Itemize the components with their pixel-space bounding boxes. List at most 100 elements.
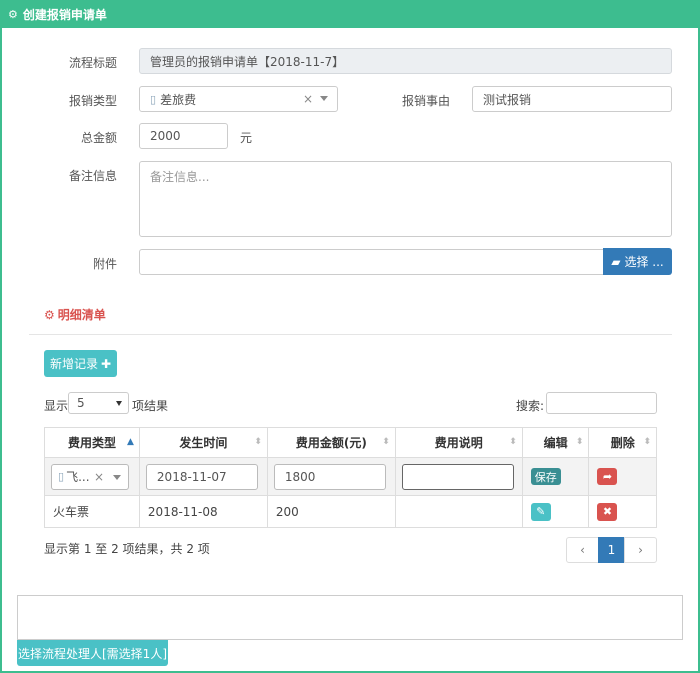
amount-label: 总金额 xyxy=(80,131,117,145)
edit-amount-input[interactable]: 1800 xyxy=(273,463,386,490)
row-edit-cell: ✎ xyxy=(521,495,590,528)
cogs-icon: ⚙ xyxy=(8,7,18,21)
chevron-down-icon[interactable] xyxy=(113,474,121,480)
type-select-value: 差旅费 xyxy=(160,92,197,107)
table-row-editing: ▯ 飞... × 2018-11-07 1800 保存 ➦ xyxy=(44,457,657,496)
attachment-browse-button[interactable]: ▰ 选择 ... xyxy=(603,248,672,275)
folder-open-icon: ▰ xyxy=(611,254,621,269)
detail-table: 费用类型 ▲ 发生时间 ⬍ 费用金额(元) ⬍ 费用说明 ⬍ 编辑 ⬍ 删除 ⬍ ▯ 飞..… xyxy=(44,427,657,528)
notes-label: 备注信息 xyxy=(68,169,117,183)
notes-textarea[interactable]: 备注信息... xyxy=(139,161,672,237)
column-label: 费用金额(元) xyxy=(295,436,367,450)
edit-date-input[interactable]: 2018-11-07 xyxy=(145,463,258,490)
file-icon: ▯ xyxy=(58,470,65,483)
edit-amount-cell: 1800 xyxy=(266,457,396,496)
pager-next[interactable]: › xyxy=(624,537,657,563)
row-delete-cell: ✖ xyxy=(588,495,657,528)
attachment-input[interactable] xyxy=(139,249,604,275)
column-label: 费用类型 xyxy=(67,436,116,450)
table-header-row: 费用类型 ▲ 发生时间 ⬍ 费用金额(元) ⬍ 费用说明 ⬍ 编辑 ⬍ 删除 ⬍ xyxy=(44,427,657,458)
sort-icon: ⬍ xyxy=(509,437,517,447)
amount-value: 2000 xyxy=(150,129,181,143)
chevron-down-icon[interactable] xyxy=(320,96,328,101)
amount-input[interactable]: 2000 xyxy=(139,123,228,149)
gear-icon: ⚙ xyxy=(44,308,55,322)
edit-note-cell xyxy=(394,457,523,496)
section-divider xyxy=(29,334,672,335)
table-row: 火车票 2018-11-08 200 ✎ ✖ xyxy=(44,495,657,528)
detail-section-title: ⚙ 明细清单 xyxy=(44,306,106,323)
edit-type-select[interactable]: ▯ 飞... × xyxy=(51,463,129,490)
edit-save-cell: 保存 xyxy=(521,457,590,496)
search-input[interactable] xyxy=(546,392,657,414)
edit-type-value: 飞... xyxy=(66,470,90,484)
reason-value: 测试报销 xyxy=(483,92,532,107)
sort-icon: ⬍ xyxy=(643,437,651,447)
add-record-button[interactable]: 新增记录 ✚ xyxy=(44,350,117,377)
pager-page-1[interactable]: 1 xyxy=(598,537,625,563)
table-summary: 显示第 1 至 2 项结果，共 2 项 xyxy=(44,542,210,556)
notes-placeholder: 备注信息... xyxy=(150,170,210,184)
edit-icon: ✎ xyxy=(536,505,546,518)
reason-input[interactable]: 测试报销 xyxy=(472,86,672,112)
column-header-note[interactable]: 费用说明 ⬍ xyxy=(394,427,523,458)
dialog-titlebar: ⚙ 创建报销申请单 xyxy=(0,0,700,28)
attachment-label: 附件 xyxy=(92,257,117,271)
select-handler-label: 选择流程处理人[需选择1人] xyxy=(18,646,167,661)
delete-row-button[interactable]: ✖ xyxy=(597,502,618,521)
sort-icon: ⬍ xyxy=(575,437,584,447)
column-header-amount[interactable]: 费用金额(元) ⬍ xyxy=(266,427,396,458)
edit-note-input[interactable] xyxy=(401,463,514,490)
row-type: 火车票 xyxy=(44,495,140,528)
column-label: 发生时间 xyxy=(179,436,228,450)
row-amount: 200 xyxy=(266,495,396,528)
clear-icon[interactable]: × xyxy=(303,92,313,106)
row-note xyxy=(394,495,523,528)
page-size-select[interactable]: 5 xyxy=(68,392,129,414)
save-row-button[interactable]: 保存 xyxy=(530,468,561,485)
column-header-edit[interactable]: 编辑 ⬍ xyxy=(521,427,590,458)
amount-unit: 元 xyxy=(240,131,253,145)
edit-row-button[interactable]: ✎ xyxy=(530,502,551,521)
process-title-field: 管理员的报销申请单【2018-11-7】 xyxy=(139,48,672,74)
handler-display-box xyxy=(17,595,683,640)
pager-prev[interactable]: ‹ xyxy=(566,537,599,563)
sort-icon: ⬍ xyxy=(382,437,390,447)
save-row-label: 保存 xyxy=(534,470,557,484)
add-record-label: 新增记录 xyxy=(49,357,98,371)
process-title-label: 流程标题 xyxy=(68,56,117,70)
cancel-edit-button[interactable]: ➦ xyxy=(597,468,618,485)
edit-cancel-cell: ➦ xyxy=(588,457,657,496)
sort-asc-icon: ▲ xyxy=(127,437,134,447)
times-icon: ✖ xyxy=(602,505,613,518)
select-handler-button[interactable]: 选择流程处理人[需选择1人] xyxy=(17,640,168,666)
search-label: 搜索: xyxy=(516,399,545,413)
row-date: 2018-11-08 xyxy=(138,495,268,528)
column-header-date[interactable]: 发生时间 ⬍ xyxy=(138,427,268,458)
edit-amount-value: 1800 xyxy=(284,469,316,484)
clear-icon[interactable]: × xyxy=(94,470,104,484)
edit-date-cell: 2018-11-07 xyxy=(138,457,268,496)
column-label: 编辑 xyxy=(543,436,568,450)
column-label: 删除 xyxy=(610,436,635,450)
chevron-down-icon xyxy=(116,401,122,406)
edit-type-cell: ▯ 飞... × xyxy=(44,457,140,496)
detail-section-label: 明细清单 xyxy=(57,308,106,322)
show-prefix: 显示 xyxy=(44,399,69,413)
column-header-type[interactable]: 费用类型 ▲ xyxy=(44,427,140,458)
sort-icon: ⬍ xyxy=(254,437,262,447)
edit-date-value: 2018-11-07 xyxy=(156,469,227,484)
file-icon: ▯ xyxy=(150,92,157,106)
plus-icon: ✚ xyxy=(100,356,112,371)
show-suffix: 项结果 xyxy=(132,399,169,413)
dialog-title: 创建报销申请单 xyxy=(22,7,107,22)
process-title-value: 管理员的报销申请单【2018-11-7】 xyxy=(150,54,345,69)
attachment-browse-label: 选择 ... xyxy=(624,255,664,269)
column-label: 费用说明 xyxy=(434,436,483,450)
share-icon: ➦ xyxy=(602,470,613,483)
column-header-delete[interactable]: 删除 ⬍ xyxy=(588,427,657,458)
type-select[interactable]: ▯ 差旅费 × xyxy=(139,86,338,112)
reason-label: 报销事由 xyxy=(401,94,450,108)
page-size-value: 5 xyxy=(77,396,85,410)
type-label: 报销类型 xyxy=(68,94,117,108)
